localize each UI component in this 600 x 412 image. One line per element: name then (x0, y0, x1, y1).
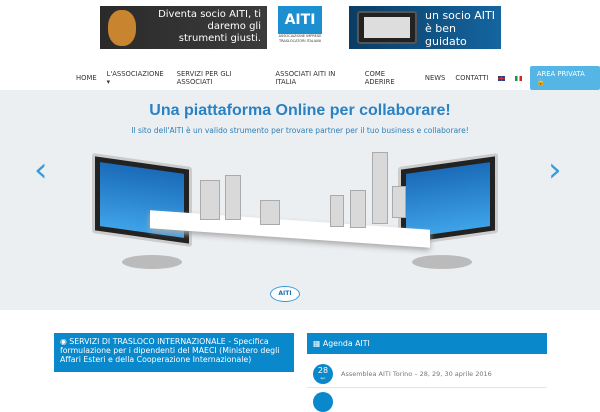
event-month: apr (320, 375, 326, 380)
calendar-icon: ▦ (313, 339, 323, 348)
flag-it-icon[interactable] (515, 75, 522, 81)
hero-subtitle: Il sito dell'AITI è un valido strumento … (131, 126, 469, 135)
building (260, 200, 280, 225)
building (372, 152, 388, 224)
logo-mark: AITI (278, 6, 322, 34)
banner-ben-guidato[interactable]: un socio AITI è ben guidato CAMPAGNA SOCI… (349, 6, 501, 57)
nav-home[interactable]: HOME (76, 74, 97, 82)
building (225, 175, 241, 220)
building (200, 180, 220, 220)
nav-news[interactable]: NEWS (425, 74, 445, 82)
event-date-badge: 28 apr (313, 363, 333, 384)
monitor-left-image (92, 152, 192, 248)
tablet-image (357, 11, 417, 44)
slider-prev-arrow[interactable]: ‹ (34, 150, 48, 190)
main-nav: HOME L'ASSOCIAZIONE ▾ SERVIZI PER GLI AS… (76, 66, 600, 90)
logo-subtitle: ASSOCIAZIONE IMPRESE TRASLOCATORI ITALIA… (278, 34, 322, 43)
flag-uk-icon[interactable] (498, 75, 506, 81)
nav-associati[interactable]: ASSOCIATI AITI IN ITALIA (275, 70, 354, 86)
banner-small-text: CAMPAGNA SOCI 2014/2015 (425, 52, 482, 57)
nav-servizi[interactable]: SERVIZI PER GLI ASSOCIATI (177, 70, 266, 86)
guitar-image (108, 10, 136, 46)
news-item[interactable]: ◉ SERVIZI DI TRASLOCO INTERNAZIONALE - S… (54, 333, 294, 372)
building (330, 195, 344, 227)
hero-slider: Una piattaforma Online per collaborare! … (0, 90, 600, 310)
agenda-event[interactable]: 28 apr Assemblea AITI Torino – 28, 29, 30 … (307, 360, 547, 388)
slider-next-arrow[interactable]: › (548, 150, 562, 190)
aiti-network-node: AITI (270, 286, 300, 302)
news-title[interactable]: SERVIZI DI TRASLOCO INTERNAZIONALE - Spe… (60, 337, 279, 364)
nav-associazione[interactable]: L'ASSOCIAZIONE ▾ (107, 70, 167, 86)
city-platform-image (150, 210, 430, 248)
banner-text: un socio AITI è ben guidato (425, 9, 495, 48)
event-day: 28 (317, 365, 329, 375)
globe-icon: ◉ (60, 337, 70, 346)
aiti-logo[interactable]: AITI ASSOCIAZIONE IMPRESE TRASLOCATORI IT… (278, 6, 322, 50)
banner-diventa-socio[interactable]: Diventa socio AITI, ti daremo gli strume… (100, 6, 267, 49)
agenda-title: Agenda AITI (322, 339, 370, 348)
agenda-header: ▦ Agenda AITI (307, 333, 547, 354)
nav-contatti[interactable]: CONTATTI (455, 74, 488, 82)
nav-come-aderire[interactable]: COME ADERIRE (365, 70, 415, 86)
building (350, 190, 366, 228)
building (392, 186, 406, 218)
event-title[interactable]: Assemblea AITI Torino – 28, 29, 30 april… (341, 370, 492, 378)
event-date-badge (313, 392, 333, 412)
hero-title: Una piattaforma Online per collaborare! (149, 102, 451, 119)
area-privata-button[interactable]: AREA PRIVATA 🔒 (529, 66, 600, 90)
monitor-stand (122, 255, 182, 269)
monitor-stand (412, 255, 472, 269)
